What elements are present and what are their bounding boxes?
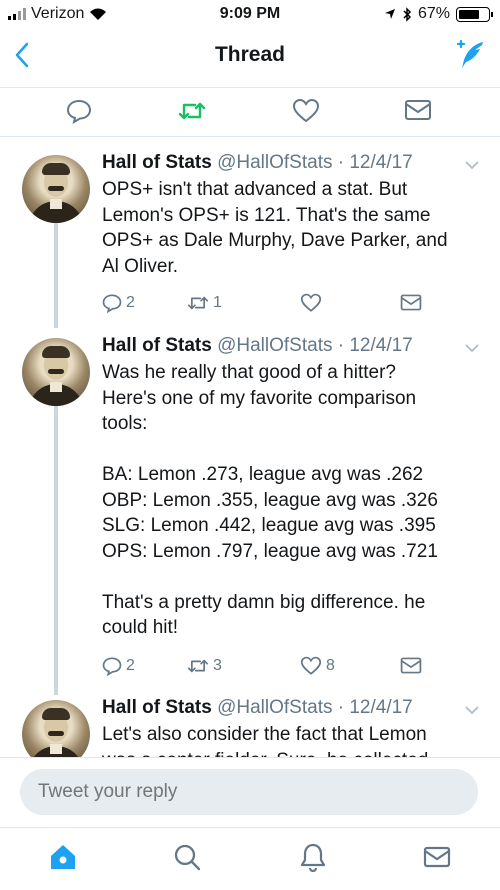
retweet-icon	[187, 659, 209, 673]
tweet-line: tools:	[102, 413, 148, 434]
tweet-text: OPS+ isn't that advanced a stat. But Lem…	[102, 177, 492, 279]
like-heart-icon[interactable]	[292, 98, 320, 124]
retweet-icon[interactable]	[178, 98, 206, 124]
location-arrow-icon	[384, 9, 395, 19]
thread-connector	[54, 405, 58, 695]
retweet-icon	[187, 296, 209, 310]
reply-action[interactable]: 2	[102, 293, 135, 313]
notifications-bell-icon[interactable]	[298, 842, 328, 872]
tweet-text: Was he really that good of a hitter? Her…	[102, 360, 492, 641]
author-name[interactable]: Hall of Stats	[102, 335, 212, 356]
tweet-date: · 12/4/17	[337, 697, 413, 718]
search-icon[interactable]	[172, 842, 202, 872]
tweet-line: Was he really that good of a hitter?	[102, 362, 396, 383]
tweet-text: Let's also consider the fact that Lemon …	[102, 722, 492, 757]
tweet-line: Al Oliver.	[102, 255, 179, 277]
status-bar: Verizon 9:09 PM 67%	[0, 0, 500, 30]
tweet-line: Let's also consider the fact that Lemon	[102, 724, 427, 745]
tweet-header: Hall of Stats @HallOfStats · 12/4/17	[102, 335, 413, 357]
tweet-line: That's a pretty damn big difference. he	[102, 591, 426, 613]
reply-icon[interactable]	[66, 98, 92, 124]
avatar[interactable]	[22, 155, 90, 223]
tweet-line: OPS+ isn't that advanced a stat. But	[102, 179, 408, 200]
share-action[interactable]	[400, 293, 422, 312]
tweet-actions: 2 1	[102, 293, 432, 315]
thread-connector	[54, 222, 58, 328]
bluetooth-icon	[403, 6, 412, 22]
battery-percent: 67%	[417, 5, 450, 22]
reply-count: 2	[126, 294, 135, 311]
avatar[interactable]	[22, 338, 90, 406]
tweet-line: was a center fielder. Sure, he collected	[102, 748, 492, 758]
stat-line-slg: SLG: Lemon .442, league avg was .395	[102, 515, 436, 536]
stat-line-obp: OBP: Lemon .355, league avg was .326	[102, 489, 438, 511]
tweet-line: Here's one of my favorite comparison	[102, 387, 417, 409]
retweet-action[interactable]: 3	[187, 656, 222, 676]
reply-count: 2	[126, 657, 135, 674]
retweet-count: 3	[213, 657, 222, 674]
status-right: 67%	[384, 5, 493, 23]
reply-icon	[102, 294, 122, 313]
author-handle[interactable]: @HallOfStats	[217, 152, 332, 173]
like-action[interactable]: 8	[300, 656, 335, 676]
battery-icon	[456, 6, 493, 22]
tweet-header: Hall of Stats @HallOfStats · 12/4/17	[102, 152, 413, 174]
tweet-actions: 2 3 8	[102, 656, 432, 678]
share-action[interactable]	[400, 656, 422, 675]
messages-mail-icon[interactable]	[422, 842, 452, 872]
like-heart-icon	[300, 293, 322, 312]
retweet-action[interactable]: 1	[187, 293, 222, 313]
tweet-date: · 12/4/17	[337, 152, 413, 173]
author-handle[interactable]: @HallOfStats	[217, 335, 332, 356]
reply-tweet[interactable]: Hall of Stats @HallOfStats · 12/4/17 Let…	[0, 695, 500, 757]
reply-action[interactable]: 2	[102, 656, 135, 676]
tweet-line: Lemon's OPS+ is 121. That's the same	[102, 204, 431, 226]
tweet-header: Hall of Stats @HallOfStats · 12/4/17	[102, 697, 413, 719]
line-spacer	[102, 437, 492, 463]
reply-composer	[0, 757, 500, 828]
avatar[interactable]	[22, 700, 90, 757]
page-title: Thread	[214, 43, 285, 66]
chevron-down-icon[interactable]	[464, 343, 480, 353]
share-mail-icon	[400, 294, 422, 311]
share-mail-icon	[400, 657, 422, 674]
share-mail-icon[interactable]	[404, 98, 432, 122]
tweet-line: OPS+ as Dale Murphy, Dave Parker, and	[102, 230, 448, 251]
reply-icon	[102, 657, 122, 676]
tweet-line: could hit!	[102, 617, 179, 638]
author-name[interactable]: Hall of Stats	[102, 152, 212, 173]
compose-tweet-icon[interactable]	[452, 38, 486, 72]
line-spacer	[102, 564, 492, 590]
author-name[interactable]: Hall of Stats	[102, 697, 212, 718]
chevron-down-icon[interactable]	[464, 160, 480, 170]
like-action[interactable]	[300, 293, 326, 313]
home-icon[interactable]	[48, 842, 78, 872]
reply-input[interactable]	[20, 769, 478, 815]
stat-line-ops: OPS: Lemon .797, league avg was .721	[102, 540, 438, 562]
tab-bar	[0, 827, 500, 890]
stat-line-ba: BA: Lemon .273, league avg was .262	[102, 464, 424, 485]
like-count: 8	[326, 657, 335, 674]
main-tweet-actions	[0, 87, 500, 137]
retweet-count: 1	[213, 294, 222, 311]
chevron-down-icon[interactable]	[464, 705, 480, 715]
like-heart-icon	[300, 656, 322, 675]
nav-bar: Thread	[0, 30, 500, 82]
tweet-date: · 12/4/17	[337, 335, 413, 356]
author-handle[interactable]: @HallOfStats	[217, 697, 332, 718]
